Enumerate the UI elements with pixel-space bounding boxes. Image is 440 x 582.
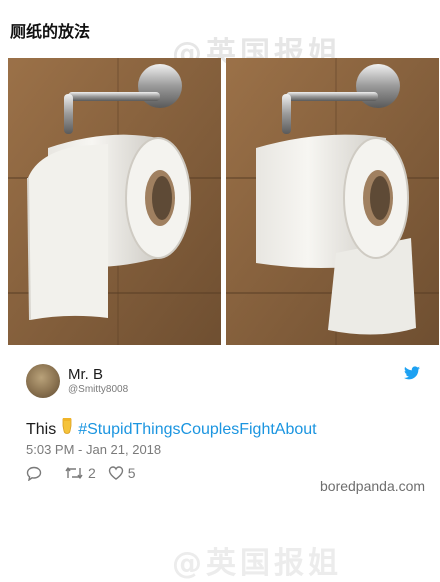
reply-icon [26, 466, 42, 481]
watermark-bottom: @英国报姐 [172, 546, 342, 581]
twitter-bird-icon[interactable] [404, 366, 420, 380]
like-button[interactable]: 5 [108, 465, 136, 481]
tweet-text: This #StupidThingsCouplesFightAbout [26, 418, 317, 439]
photo-toilet-paper-over [8, 58, 221, 345]
source-credit: boredpanda.com [320, 478, 426, 494]
hashtag-link[interactable]: #StupidThingsCouplesFightAbout [78, 421, 316, 438]
reply-button[interactable] [26, 466, 42, 481]
heart-icon [108, 466, 124, 480]
retweet-button[interactable]: 2 [64, 465, 96, 481]
page-title: 厕纸的放法 [10, 22, 91, 41]
retweet-icon [64, 466, 84, 480]
tweet-timestamp[interactable]: 5:03 PM - Jan 21, 2018 [26, 442, 161, 457]
tweet-actions: 2 5 [26, 464, 136, 482]
tweet-author-handle[interactable]: @Smitty8008 [68, 384, 128, 395]
avatar[interactable] [26, 364, 60, 398]
tweet-author-name[interactable]: Mr. B [68, 366, 103, 383]
like-count: 5 [127, 465, 136, 481]
photo-toilet-paper-under [226, 58, 439, 345]
tweet-text-prefix: This [26, 421, 57, 438]
backhand-index-pointing-down-icon [60, 418, 76, 439]
retweet-count: 2 [88, 465, 96, 481]
